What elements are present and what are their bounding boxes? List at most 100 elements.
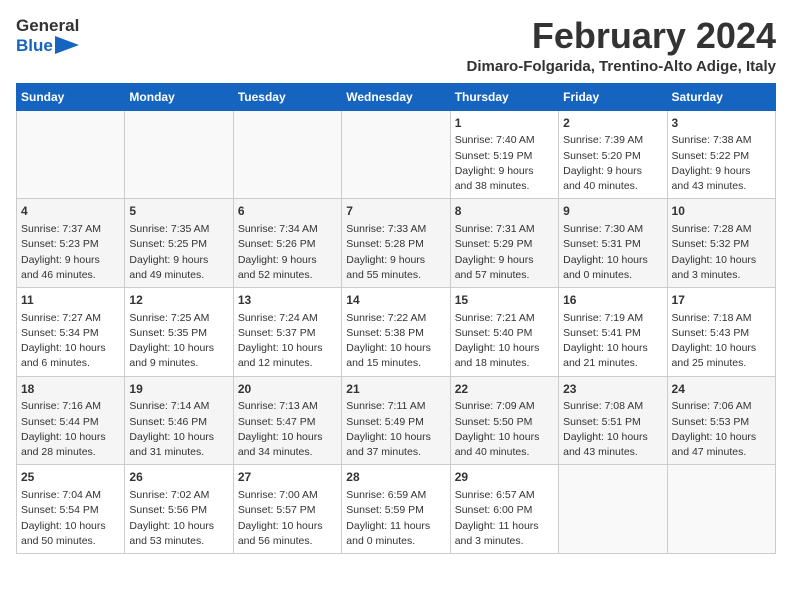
table-row: 3Sunrise: 7:38 AMSunset: 5:22 PMDaylight… <box>667 110 775 199</box>
day-info: Sunrise: 7:33 AMSunset: 5:28 PMDaylight:… <box>346 222 445 283</box>
table-row: 28 Sunrise: 6:59 AMSunset: 5:59 PMDayligh… <box>342 465 450 554</box>
day-info: Sunrise: 7:30 AMSunset: 5:31 PMDaylight:… <box>563 222 662 283</box>
day-number: 11 <box>21 292 120 309</box>
day-info: Sunrise: 7:18 AMSunset: 5:43 PMDaylight:… <box>672 311 771 372</box>
day-number: 14 <box>346 292 445 309</box>
day-info: Sunrise: 7:24 AMSunset: 5:37 PMDaylight:… <box>238 311 337 372</box>
table-row <box>559 465 667 554</box>
logo-general: General <box>16 16 79 35</box>
day-info: Sunrise: 7:25 AMSunset: 5:35 PMDaylight:… <box>129 311 228 372</box>
table-row: 10 Sunrise: 7:28 AMSunset: 5:32 PMDayligh… <box>667 199 775 288</box>
day-info: Sunrise: 7:28 AMSunset: 5:32 PMDaylight:… <box>672 222 771 283</box>
header-thursday: Thursday <box>450 83 558 110</box>
table-row: 14 Sunrise: 7:22 AMSunset: 5:38 PMDayligh… <box>342 287 450 376</box>
table-row: 4 Sunrise: 7:37 AMSunset: 5:23 PMDaylight… <box>17 199 125 288</box>
table-row <box>667 465 775 554</box>
table-row: 20Sunrise: 7:13 AMSunset: 5:47 PMDayligh… <box>233 376 341 465</box>
table-row: 21Sunrise: 7:11 AMSunset: 5:49 PMDayligh… <box>342 376 450 465</box>
month-title: February 2024 <box>467 16 776 56</box>
day-number: 8 <box>455 203 554 220</box>
table-row: 18Sunrise: 7:16 AMSunset: 5:44 PMDayligh… <box>17 376 125 465</box>
calendar-header-row: Sunday Monday Tuesday Wednesday Thursday… <box>17 83 776 110</box>
table-row: 12 Sunrise: 7:25 AMSunset: 5:35 PMDayligh… <box>125 287 233 376</box>
day-info: Sunrise: 7:19 AMSunset: 5:41 PMDaylight:… <box>563 311 662 372</box>
header-saturday: Saturday <box>667 83 775 110</box>
table-row: 17 Sunrise: 7:18 AMSunset: 5:43 PMDayligh… <box>667 287 775 376</box>
day-info: Sunrise: 7:40 AMSunset: 5:19 PMDaylight:… <box>455 133 554 194</box>
location-subtitle: Dimaro-Folgarida, Trentino-Alto Adige, I… <box>467 58 776 75</box>
logo: General Blue <box>16 16 79 55</box>
header-monday: Monday <box>125 83 233 110</box>
day-info: Sunrise: 7:35 AMSunset: 5:25 PMDaylight:… <box>129 222 228 283</box>
calendar-week-row: 4 Sunrise: 7:37 AMSunset: 5:23 PMDaylight… <box>17 199 776 288</box>
calendar-table: Sunday Monday Tuesday Wednesday Thursday… <box>16 83 776 554</box>
page-header: General Blue February 2024 Dimaro-Folgar… <box>16 16 776 75</box>
table-row <box>17 110 125 199</box>
day-info: Sunrise: 7:27 AMSunset: 5:34 PMDaylight:… <box>21 311 120 372</box>
table-row: 19Sunrise: 7:14 AMSunset: 5:46 PMDayligh… <box>125 376 233 465</box>
day-number: 15 <box>455 292 554 309</box>
title-section: February 2024 Dimaro-Folgarida, Trentino… <box>467 16 776 75</box>
table-row: 2Sunrise: 7:39 AMSunset: 5:20 PMDaylight… <box>559 110 667 199</box>
day-info: Sunrise: 7:04 AMSunset: 5:54 PMDaylight:… <box>21 488 120 549</box>
table-row: 29 Sunrise: 6:57 AMSunset: 6:00 PMDayligh… <box>450 465 558 554</box>
day-info: Sunrise: 7:00 AMSunset: 5:57 PMDaylight:… <box>238 488 337 549</box>
day-info: Sunrise: 7:13 AMSunset: 5:47 PMDaylight:… <box>238 399 337 460</box>
day-number: 25 <box>21 469 120 486</box>
table-row: 24Sunrise: 7:06 AMSunset: 5:53 PMDayligh… <box>667 376 775 465</box>
day-info: Sunrise: 7:06 AMSunset: 5:53 PMDaylight:… <box>672 399 771 460</box>
day-info: Sunrise: 7:34 AMSunset: 5:26 PMDaylight:… <box>238 222 337 283</box>
table-row: 9 Sunrise: 7:30 AMSunset: 5:31 PMDaylight… <box>559 199 667 288</box>
day-number: 1 <box>455 115 554 132</box>
day-info: Sunrise: 7:11 AMSunset: 5:49 PMDaylight:… <box>346 399 445 460</box>
table-row: 1Sunrise: 7:40 AMSunset: 5:19 PMDaylight… <box>450 110 558 199</box>
day-info: Sunrise: 6:59 AMSunset: 5:59 PMDaylight:… <box>346 488 445 549</box>
header-sunday: Sunday <box>17 83 125 110</box>
day-number: 21 <box>346 381 445 398</box>
day-number: 17 <box>672 292 771 309</box>
table-row: 16 Sunrise: 7:19 AMSunset: 5:41 PMDayligh… <box>559 287 667 376</box>
day-number: 28 <box>346 469 445 486</box>
table-row: 23Sunrise: 7:08 AMSunset: 5:51 PMDayligh… <box>559 376 667 465</box>
day-number: 5 <box>129 203 228 220</box>
header-wednesday: Wednesday <box>342 83 450 110</box>
day-number: 26 <box>129 469 228 486</box>
day-number: 23 <box>563 381 662 398</box>
day-number: 16 <box>563 292 662 309</box>
day-number: 9 <box>563 203 662 220</box>
day-number: 7 <box>346 203 445 220</box>
day-info: Sunrise: 7:16 AMSunset: 5:44 PMDaylight:… <box>21 399 120 460</box>
header-friday: Friday <box>559 83 667 110</box>
day-number: 3 <box>672 115 771 132</box>
table-row: 15Sunrise: 7:21 AMSunset: 5:40 PMDayligh… <box>450 287 558 376</box>
day-number: 12 <box>129 292 228 309</box>
day-number: 29 <box>455 469 554 486</box>
calendar-week-row: 18Sunrise: 7:16 AMSunset: 5:44 PMDayligh… <box>17 376 776 465</box>
day-number: 20 <box>238 381 337 398</box>
table-row: 27 Sunrise: 7:00 AMSunset: 5:57 PMDayligh… <box>233 465 341 554</box>
day-info: Sunrise: 7:09 AMSunset: 5:50 PMDaylight:… <box>455 399 554 460</box>
day-number: 27 <box>238 469 337 486</box>
day-number: 4 <box>21 203 120 220</box>
table-row: 11 Sunrise: 7:27 AMSunset: 5:34 PMDayligh… <box>17 287 125 376</box>
calendar-week-row: 25 Sunrise: 7:04 AMSunset: 5:54 PMDayligh… <box>17 465 776 554</box>
day-info: Sunrise: 7:02 AMSunset: 5:56 PMDaylight:… <box>129 488 228 549</box>
day-number: 18 <box>21 381 120 398</box>
table-row: 26 Sunrise: 7:02 AMSunset: 5:56 PMDayligh… <box>125 465 233 554</box>
table-row: 22Sunrise: 7:09 AMSunset: 5:50 PMDayligh… <box>450 376 558 465</box>
day-info: Sunrise: 7:39 AMSunset: 5:20 PMDaylight:… <box>563 133 662 194</box>
day-info: Sunrise: 7:31 AMSunset: 5:29 PMDaylight:… <box>455 222 554 283</box>
table-row <box>342 110 450 199</box>
table-row: 7 Sunrise: 7:33 AMSunset: 5:28 PMDaylight… <box>342 199 450 288</box>
day-number: 13 <box>238 292 337 309</box>
day-number: 2 <box>563 115 662 132</box>
day-info: Sunrise: 7:37 AMSunset: 5:23 PMDaylight:… <box>21 222 120 283</box>
day-info: Sunrise: 7:14 AMSunset: 5:46 PMDaylight:… <box>129 399 228 460</box>
day-number: 10 <box>672 203 771 220</box>
day-info: Sunrise: 7:22 AMSunset: 5:38 PMDaylight:… <box>346 311 445 372</box>
table-row: 25 Sunrise: 7:04 AMSunset: 5:54 PMDayligh… <box>17 465 125 554</box>
day-number: 24 <box>672 381 771 398</box>
calendar-week-row: 1Sunrise: 7:40 AMSunset: 5:19 PMDaylight… <box>17 110 776 199</box>
table-row: 5 Sunrise: 7:35 AMSunset: 5:25 PMDaylight… <box>125 199 233 288</box>
day-info: Sunrise: 6:57 AMSunset: 6:00 PMDaylight:… <box>455 488 554 549</box>
